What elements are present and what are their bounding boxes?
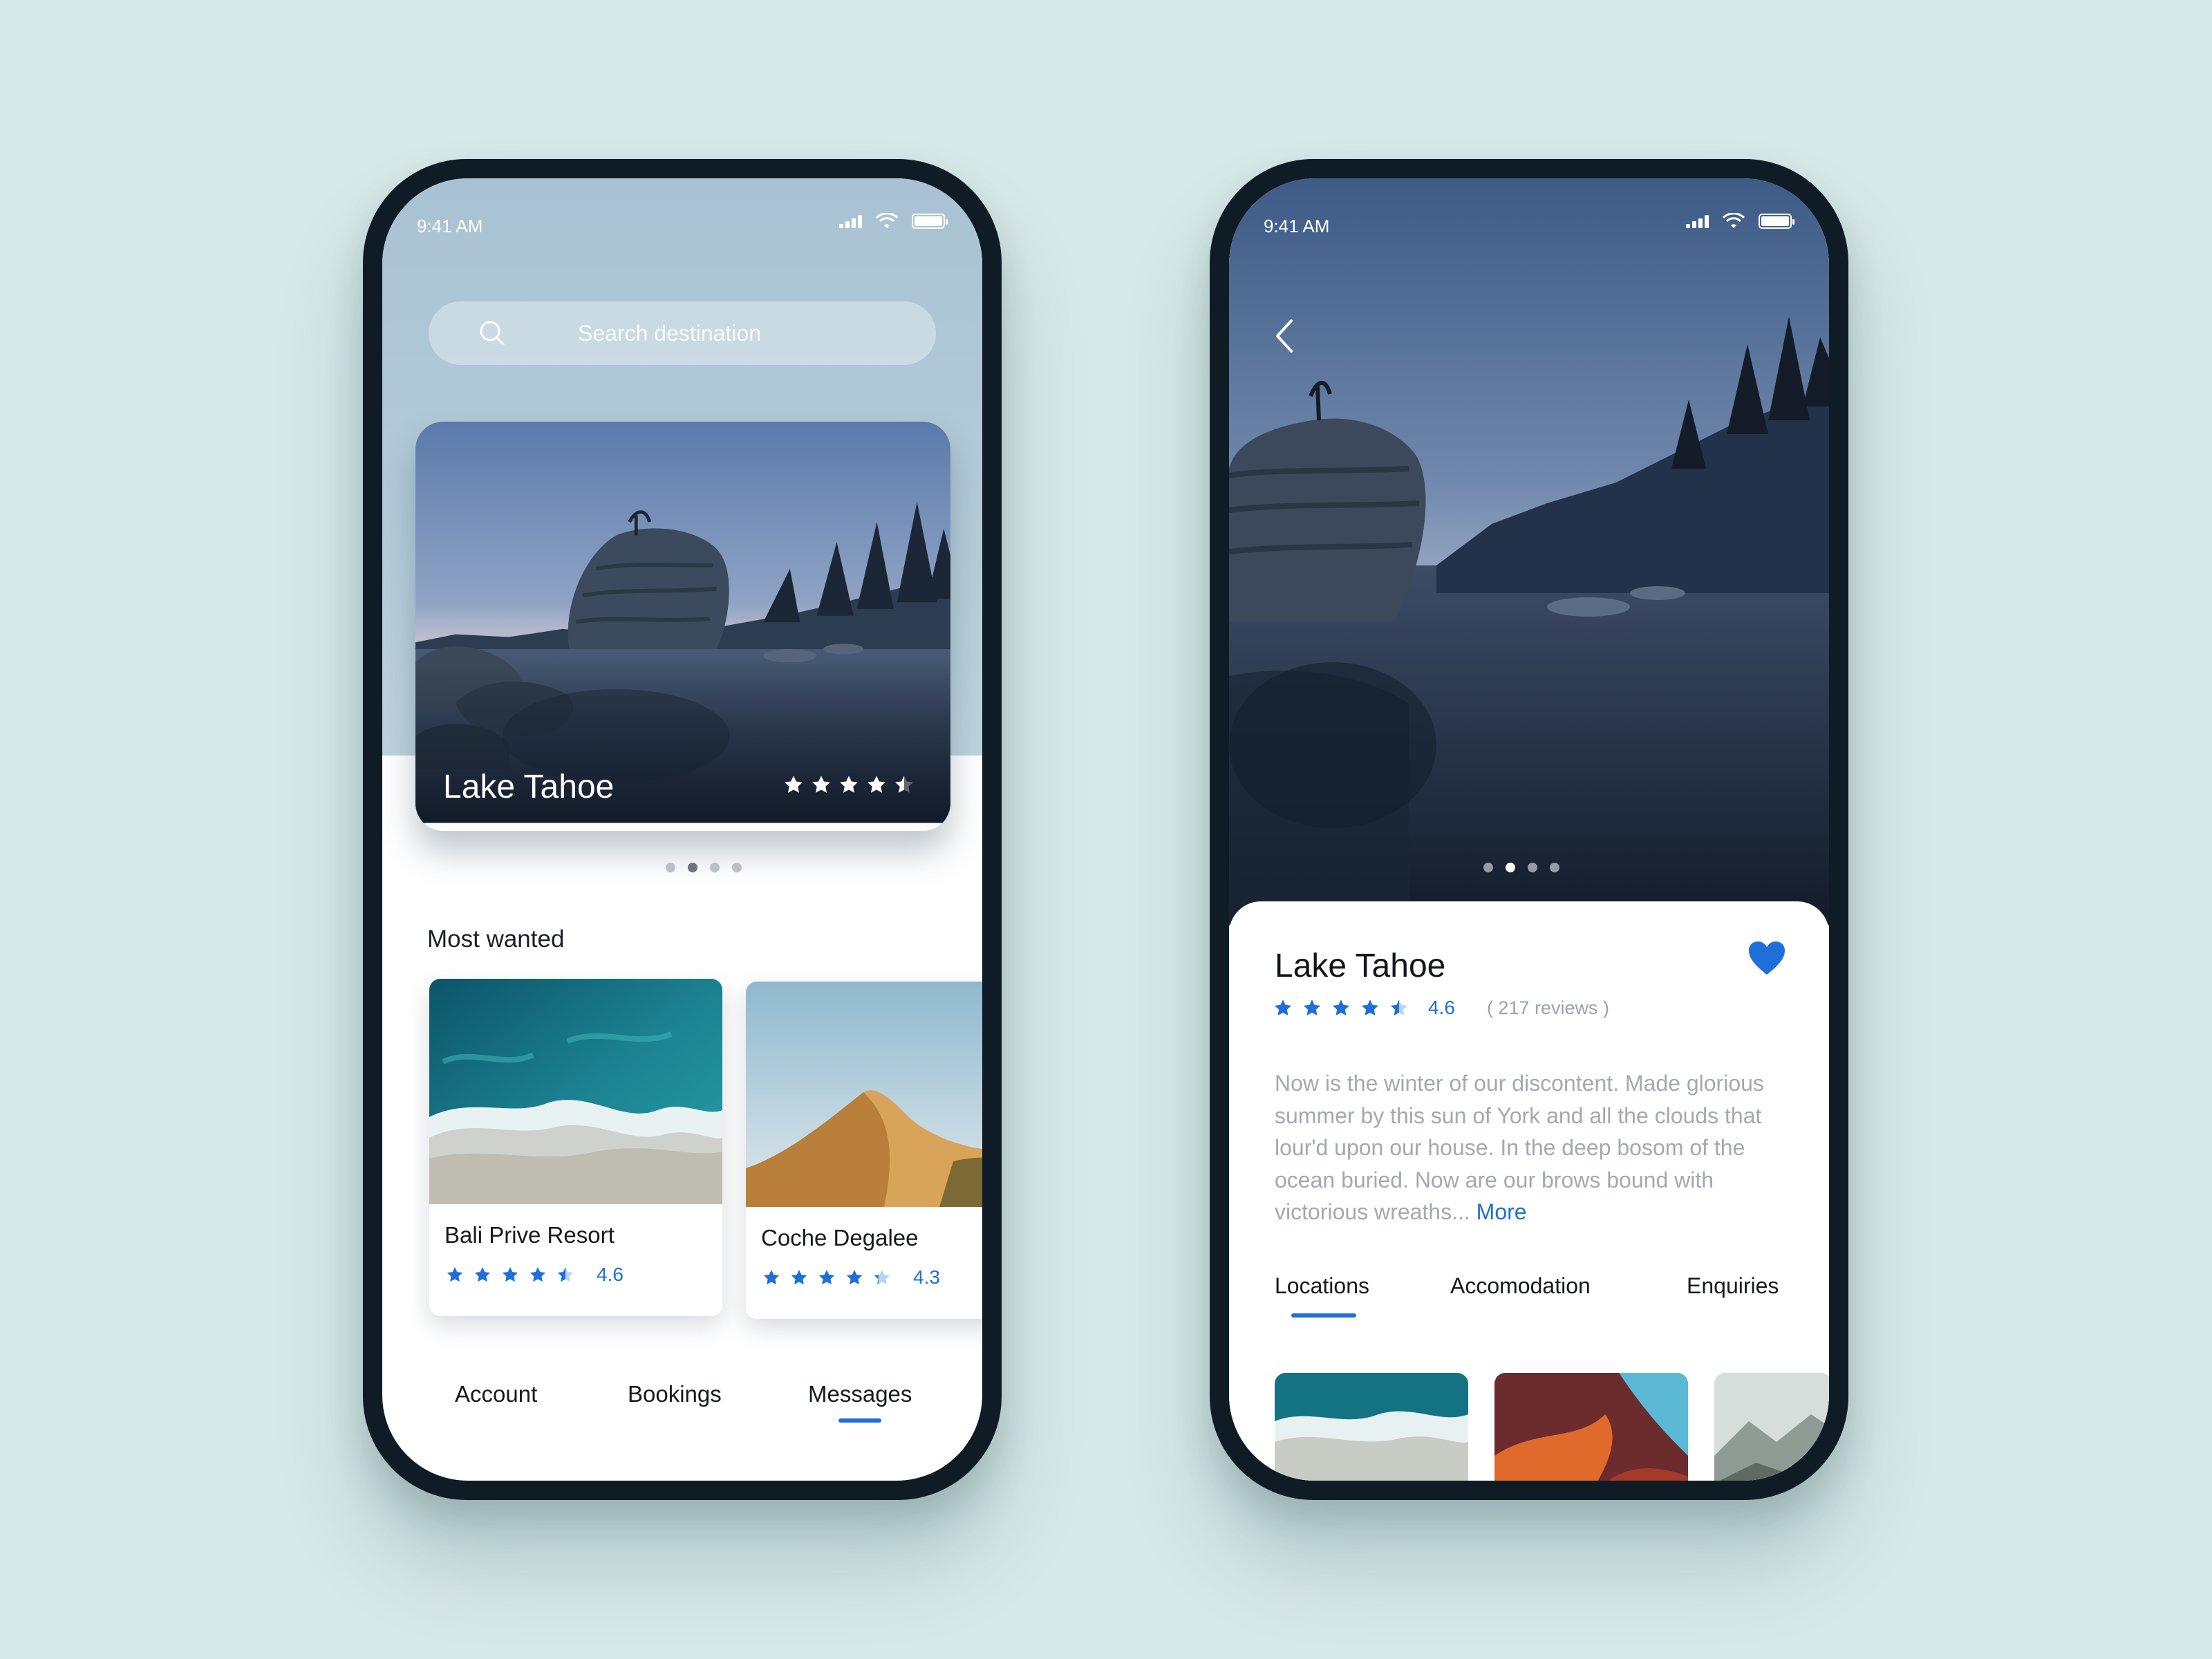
search-input[interactable] bbox=[577, 319, 870, 347]
star-icon bbox=[1360, 998, 1380, 1018]
card-rating: 4.3 bbox=[762, 1266, 940, 1288]
star-icon bbox=[474, 1266, 491, 1284]
description: Now is the winter of our discontent. Mad… bbox=[1275, 1067, 1786, 1228]
star-icon bbox=[894, 774, 915, 795]
star-icon bbox=[1273, 998, 1293, 1018]
thumbnail-beach[interactable] bbox=[1275, 1373, 1468, 1481]
carousel-dot[interactable] bbox=[666, 863, 675, 872]
carousel-dot[interactable] bbox=[710, 863, 720, 872]
rating-value: 4.6 bbox=[597, 1264, 624, 1285]
wifi-icon bbox=[876, 213, 898, 228]
wifi-icon bbox=[1723, 213, 1745, 228]
star-icon bbox=[818, 1268, 836, 1286]
active-tab-indicator bbox=[1291, 1313, 1356, 1318]
featured-card[interactable]: Lake Tahoe bbox=[415, 422, 950, 831]
carousel-dot[interactable] bbox=[732, 863, 742, 872]
star-icon bbox=[1331, 998, 1351, 1018]
tab-account[interactable]: Account bbox=[455, 1381, 537, 1407]
search-bar[interactable] bbox=[429, 301, 936, 365]
card-image-desert bbox=[746, 982, 982, 1207]
star-icon bbox=[873, 1268, 891, 1286]
heart-icon[interactable] bbox=[1747, 940, 1786, 976]
tab-enquiries[interactable]: Enquiries bbox=[1687, 1273, 1779, 1299]
tab-locations[interactable]: Locations bbox=[1275, 1273, 1369, 1299]
card-name: Bali Prive Resort bbox=[444, 1222, 615, 1248]
featured-image bbox=[415, 422, 950, 823]
star-icon bbox=[446, 1266, 464, 1284]
bottom-tab-bar: Account Bookings Messages bbox=[382, 1367, 982, 1443]
card-rating: 4.6 bbox=[446, 1264, 624, 1286]
detail-panel: Lake Tahoe 4.6 ( 217 reviews ) Now is the… bbox=[1229, 901, 1829, 1481]
more-link[interactable]: More bbox=[1477, 1199, 1527, 1224]
card-image-beach bbox=[429, 979, 722, 1204]
star-icon bbox=[790, 1268, 808, 1286]
signal-icon bbox=[839, 214, 862, 228]
carousel-dots[interactable] bbox=[1483, 863, 1559, 872]
tab-accomodation[interactable]: Accomodation bbox=[1450, 1273, 1591, 1299]
star-icon bbox=[783, 774, 804, 795]
status-time: 9:41 AM bbox=[1264, 216, 1330, 236]
rating-value: 4.6 bbox=[1428, 997, 1455, 1018]
detail-screen: 9:41 AM Lake Tahoe 4.6 ( 217 reviews ) No… bbox=[1229, 178, 1829, 1481]
star-icon bbox=[1302, 998, 1322, 1018]
tab-bookings[interactable]: Bookings bbox=[628, 1381, 722, 1407]
status-bar: 9:41 AM bbox=[1229, 178, 1829, 254]
destination-card[interactable]: Coche Degalee 4.3 bbox=[746, 982, 982, 1319]
star-icon bbox=[811, 774, 832, 795]
destination-card[interactable]: Bali Prive Resort 4.6 bbox=[429, 979, 722, 1316]
star-icon bbox=[838, 774, 859, 795]
thumbnail-mountains[interactable] bbox=[1714, 1373, 1829, 1481]
carousel-dot[interactable] bbox=[1483, 863, 1493, 872]
home-screen: 9:41 AM Lake Tahoe Most wanted bbox=[382, 178, 982, 1481]
review-count: ( 217 reviews ) bbox=[1486, 997, 1609, 1018]
phone-home: 9:41 AM Lake Tahoe Most wanted bbox=[363, 159, 1002, 1500]
star-icon bbox=[529, 1266, 547, 1284]
carousel-dot[interactable] bbox=[1550, 863, 1559, 872]
star-icon bbox=[501, 1266, 519, 1284]
featured-title: Lake Tahoe bbox=[443, 769, 615, 805]
star-icon bbox=[762, 1268, 780, 1286]
status-bar: 9:41 AM bbox=[382, 178, 982, 254]
carousel-dot[interactable] bbox=[688, 863, 697, 872]
star-icon bbox=[845, 1268, 863, 1286]
battery-icon bbox=[1759, 214, 1794, 229]
signal-icon bbox=[1686, 214, 1709, 228]
thumbnail-canyon[interactable] bbox=[1494, 1373, 1688, 1481]
rating-value: 4.3 bbox=[913, 1266, 940, 1288]
star-icon bbox=[866, 774, 887, 795]
star-icon bbox=[556, 1266, 574, 1284]
phone-detail: 9:41 AM Lake Tahoe 4.6 ( 217 reviews ) No… bbox=[1210, 159, 1848, 1500]
carousel-dot[interactable] bbox=[1528, 863, 1537, 872]
carousel-dot[interactable] bbox=[1506, 863, 1515, 872]
destination-title: Lake Tahoe bbox=[1275, 948, 1446, 984]
tab-messages[interactable]: Messages bbox=[808, 1381, 912, 1407]
active-tab-indicator bbox=[838, 1418, 881, 1423]
status-time: 9:41 AM bbox=[417, 216, 483, 236]
destination-photo bbox=[1229, 178, 1829, 925]
carousel-dots[interactable] bbox=[666, 863, 742, 872]
section-title: Most wanted bbox=[427, 926, 565, 953]
back-arrow-icon[interactable] bbox=[1271, 317, 1298, 355]
destination-rating: 4.6 ( 217 reviews ) bbox=[1273, 997, 1609, 1019]
featured-rating bbox=[783, 774, 915, 795]
card-name: Coche Degalee bbox=[761, 1225, 919, 1250]
search-icon bbox=[480, 321, 505, 346]
battery-icon bbox=[912, 214, 948, 229]
star-icon bbox=[1389, 998, 1409, 1018]
